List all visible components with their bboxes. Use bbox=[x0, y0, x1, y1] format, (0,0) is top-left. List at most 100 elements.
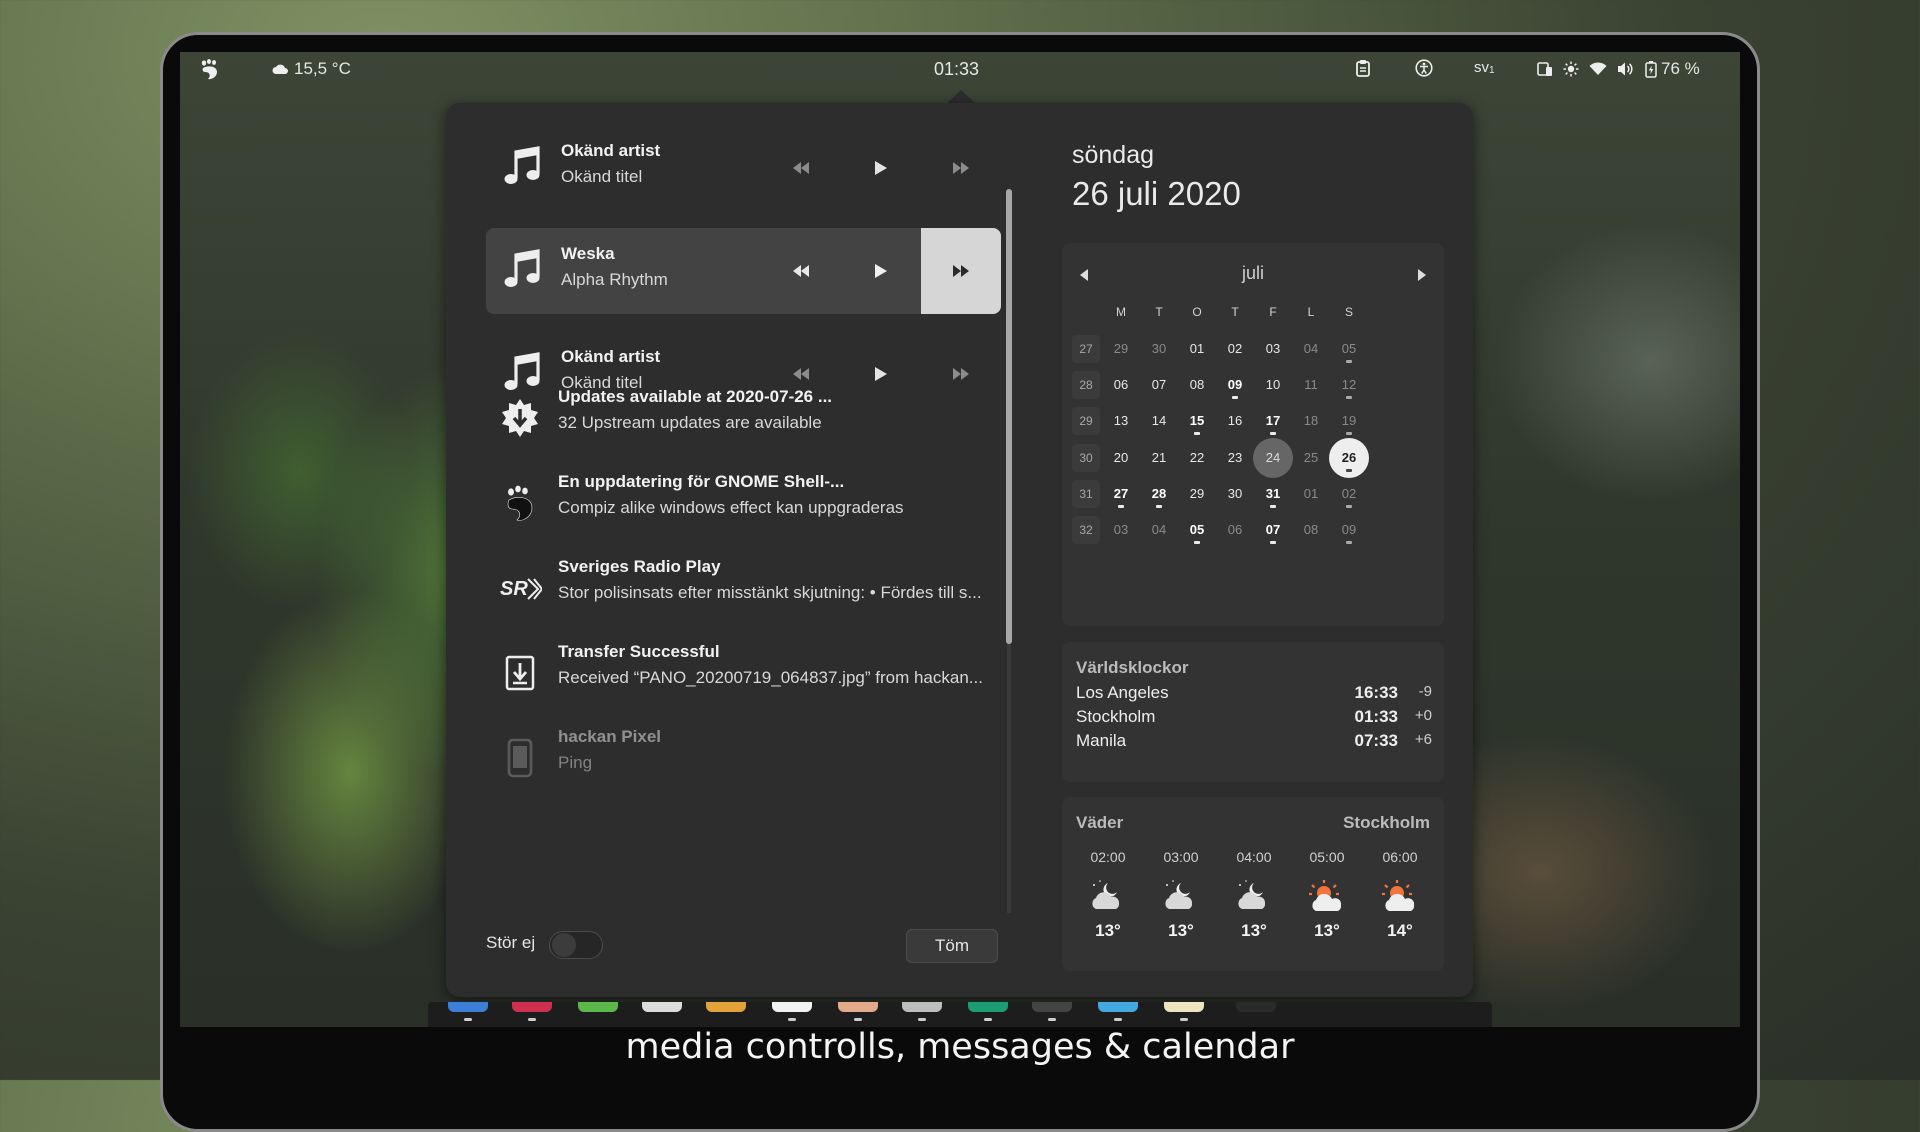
calendar-day[interactable]: 28 bbox=[1139, 474, 1179, 514]
keyboard-layout-indicator[interactable]: sv 1 bbox=[1474, 59, 1495, 76]
calendar-day[interactable]: 18 bbox=[1291, 401, 1331, 441]
calendar-day[interactable]: 12 bbox=[1329, 365, 1369, 405]
weather-indicator[interactable]: 15,5 °C bbox=[272, 59, 351, 79]
full-date-label[interactable]: 26 juli 2020 bbox=[1072, 175, 1241, 213]
calendar-day[interactable]: 02 bbox=[1329, 474, 1369, 514]
previous-track-button[interactable] bbox=[761, 228, 841, 314]
calendar-day[interactable]: 09 bbox=[1215, 365, 1255, 405]
dock-app[interactable] bbox=[448, 1002, 488, 1012]
calendar-day[interactable]: 15 bbox=[1177, 401, 1217, 441]
dock-app[interactable] bbox=[902, 1002, 942, 1012]
dock-app[interactable] bbox=[1032, 1002, 1072, 1012]
day-number: 03 bbox=[1265, 341, 1281, 356]
calendar-day[interactable]: 08 bbox=[1291, 510, 1331, 550]
calendar-day[interactable]: 10 bbox=[1253, 365, 1293, 405]
day-number: 11 bbox=[1304, 377, 1318, 393]
calendar-day[interactable]: 14 bbox=[1139, 401, 1179, 441]
cloud-icon bbox=[272, 64, 288, 74]
calendar-day[interactable]: 27 bbox=[1101, 474, 1141, 514]
activities-button[interactable] bbox=[200, 59, 220, 81]
calendar-day[interactable]: 21 bbox=[1139, 438, 1179, 478]
world-clock-row: Manila 07:33 +6 bbox=[1076, 731, 1432, 751]
calendar-day[interactable]: 06 bbox=[1215, 510, 1255, 550]
weather-card[interactable]: Väder Stockholm 02:00 13° 03:00 13° 04:00 13°… bbox=[1062, 797, 1444, 971]
system-status-area[interactable]: 76 % bbox=[1537, 59, 1700, 79]
calendar-day[interactable]: 19 bbox=[1329, 401, 1369, 441]
calendar-day[interactable]: 01 bbox=[1177, 329, 1217, 369]
dock-app[interactable] bbox=[642, 1002, 682, 1012]
calendar-day[interactable]: 24 bbox=[1253, 437, 1293, 478]
calendar-day[interactable]: 05 bbox=[1177, 510, 1217, 550]
keyboard-layout-sub: 1 bbox=[1489, 65, 1495, 76]
dock-app[interactable] bbox=[578, 1002, 618, 1012]
previous-track-button[interactable] bbox=[761, 125, 841, 211]
city-name: Manila bbox=[1076, 731, 1127, 750]
show-apps-icon[interactable] bbox=[1236, 1002, 1276, 1012]
calendar-day[interactable]: 08 bbox=[1177, 365, 1217, 405]
notification-content: Transfer Successful Received “PANO_202007… bbox=[558, 642, 993, 688]
calendar-day[interactable]: 07 bbox=[1253, 510, 1293, 550]
dock-app[interactable] bbox=[772, 1002, 812, 1012]
calendar-day[interactable]: 11 bbox=[1291, 365, 1331, 405]
calendar-day[interactable]: 17 bbox=[1253, 401, 1293, 441]
calendar-day[interactable]: 04 bbox=[1291, 329, 1331, 369]
calendar-day[interactable]: 30 bbox=[1139, 329, 1179, 369]
notification[interactable]: SR Sveriges Radio Play Stor polisinsats ef… bbox=[486, 553, 1001, 643]
calendar-day[interactable]: 25 bbox=[1291, 438, 1331, 478]
calendar-day[interactable]: 03 bbox=[1101, 510, 1141, 550]
play-button[interactable] bbox=[841, 125, 921, 211]
calendar-day[interactable]: 29 bbox=[1177, 474, 1217, 514]
calendar-day[interactable]: 03 bbox=[1253, 329, 1293, 369]
dock-app[interactable] bbox=[838, 1002, 878, 1012]
battery-percent: 76 % bbox=[1661, 59, 1700, 78]
calendar-day[interactable]: 20 bbox=[1101, 438, 1141, 478]
calendar-day[interactable]: 09 bbox=[1329, 510, 1369, 550]
city-offset: +6 bbox=[1414, 731, 1432, 748]
calendar-day[interactable]: 04 bbox=[1139, 510, 1179, 550]
dock-app[interactable] bbox=[706, 1002, 746, 1012]
calendar-day[interactable]: 31 bbox=[1253, 474, 1293, 514]
calendar-day[interactable]: 01 bbox=[1291, 474, 1331, 514]
accessibility-menu[interactable] bbox=[1415, 59, 1433, 77]
calendar-day-today[interactable]: 26 bbox=[1329, 437, 1369, 478]
calendar-day[interactable]: 06 bbox=[1101, 365, 1141, 405]
clock-button[interactable]: 01:33 bbox=[934, 59, 979, 80]
world-clocks[interactable]: Världsklockor Los Angeles 16:33 -9 Stockhol… bbox=[1062, 642, 1444, 782]
skip-forward-icon bbox=[953, 162, 969, 174]
notification[interactable]: En uppdatering för GNOME Shell-... Compiz… bbox=[486, 468, 1001, 558]
media-player[interactable]: Okänd artist Okänd titel bbox=[486, 125, 1001, 211]
do-not-disturb-switch[interactable] bbox=[549, 931, 603, 959]
skip-backward-icon bbox=[793, 265, 809, 277]
clear-notifications-button[interactable]: Töm bbox=[906, 929, 998, 963]
notification[interactable]: Transfer Successful Received “PANO_202007… bbox=[486, 638, 1001, 728]
calendar-day[interactable]: 05 bbox=[1329, 329, 1369, 369]
dock-app[interactable] bbox=[1098, 1002, 1138, 1012]
message-list-scrollbar[interactable] bbox=[1006, 189, 1012, 644]
calendar-day[interactable]: 23 bbox=[1215, 438, 1255, 478]
calendar-day[interactable]: 02 bbox=[1215, 329, 1255, 369]
calendar-day[interactable]: 07 bbox=[1139, 365, 1179, 405]
next-month-icon[interactable] bbox=[1418, 269, 1426, 281]
forecast-hour: 06:00 14° bbox=[1370, 849, 1430, 941]
next-track-button[interactable] bbox=[921, 228, 1001, 314]
calendar-day[interactable]: 13 bbox=[1101, 401, 1141, 441]
do-not-disturb-label: Stör ej bbox=[486, 933, 536, 952]
play-button[interactable] bbox=[841, 228, 921, 314]
day-number: 09 bbox=[1341, 522, 1357, 537]
notification-icon bbox=[498, 737, 542, 781]
notification[interactable]: Updates available at 2020-07-26 ... 32 Up… bbox=[486, 383, 1001, 473]
dock-app[interactable] bbox=[968, 1002, 1008, 1012]
dock-app[interactable] bbox=[512, 1002, 552, 1012]
dock-indicator bbox=[854, 1018, 862, 1021]
clipboard-indicator[interactable] bbox=[1355, 59, 1371, 77]
notification-body: Stor polisinsats efter misstänkt skjutni… bbox=[558, 583, 982, 602]
notification[interactable]: hackan Pixel Ping bbox=[486, 723, 1001, 813]
calendar-day[interactable]: 30 bbox=[1215, 474, 1255, 514]
next-track-button[interactable] bbox=[921, 125, 1001, 211]
calendar-day[interactable]: 22 bbox=[1177, 438, 1217, 478]
calendar-day[interactable]: 29 bbox=[1101, 329, 1141, 369]
dock-app[interactable] bbox=[1164, 1002, 1204, 1012]
calendar-day[interactable]: 16 bbox=[1215, 401, 1255, 441]
day-number: 26 bbox=[1341, 449, 1357, 465]
media-player[interactable]: Weska Alpha Rhythm bbox=[486, 228, 1001, 314]
